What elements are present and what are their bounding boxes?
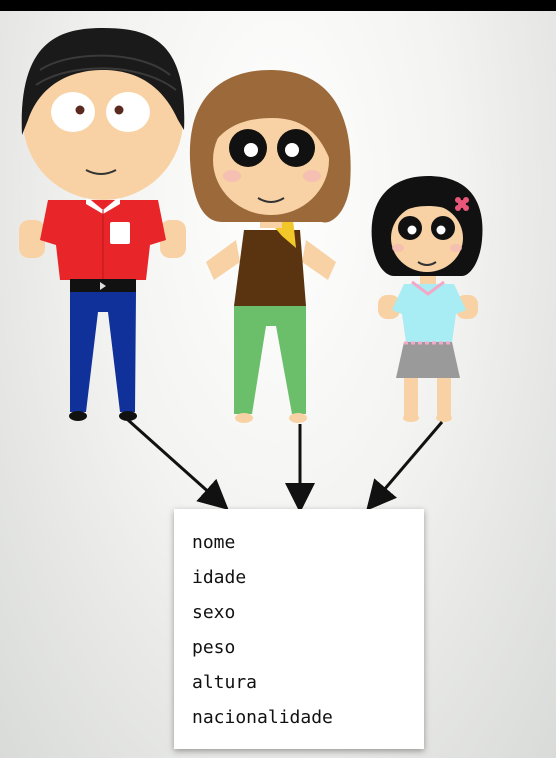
attribute-item-sexo: sexo xyxy=(192,602,236,623)
daughter-figure xyxy=(371,176,483,422)
attribute-item-nacionalidade: nacionalidade xyxy=(192,707,333,728)
mother-figure xyxy=(189,70,351,423)
arrow-father xyxy=(127,418,229,510)
attribute-item-idade: idade xyxy=(192,567,247,588)
attributes-card: nome idade sexo peso altura nacionalidad… xyxy=(174,509,424,749)
attribute-item-altura: altura xyxy=(192,672,258,693)
attribute-item-nome: nome xyxy=(192,532,236,553)
attribute-item-peso: peso xyxy=(192,637,236,658)
arrow-daughter xyxy=(366,421,444,511)
attributes-list: nome idade sexo peso altura nacionalidad… xyxy=(192,531,424,741)
father-figure xyxy=(19,28,186,421)
